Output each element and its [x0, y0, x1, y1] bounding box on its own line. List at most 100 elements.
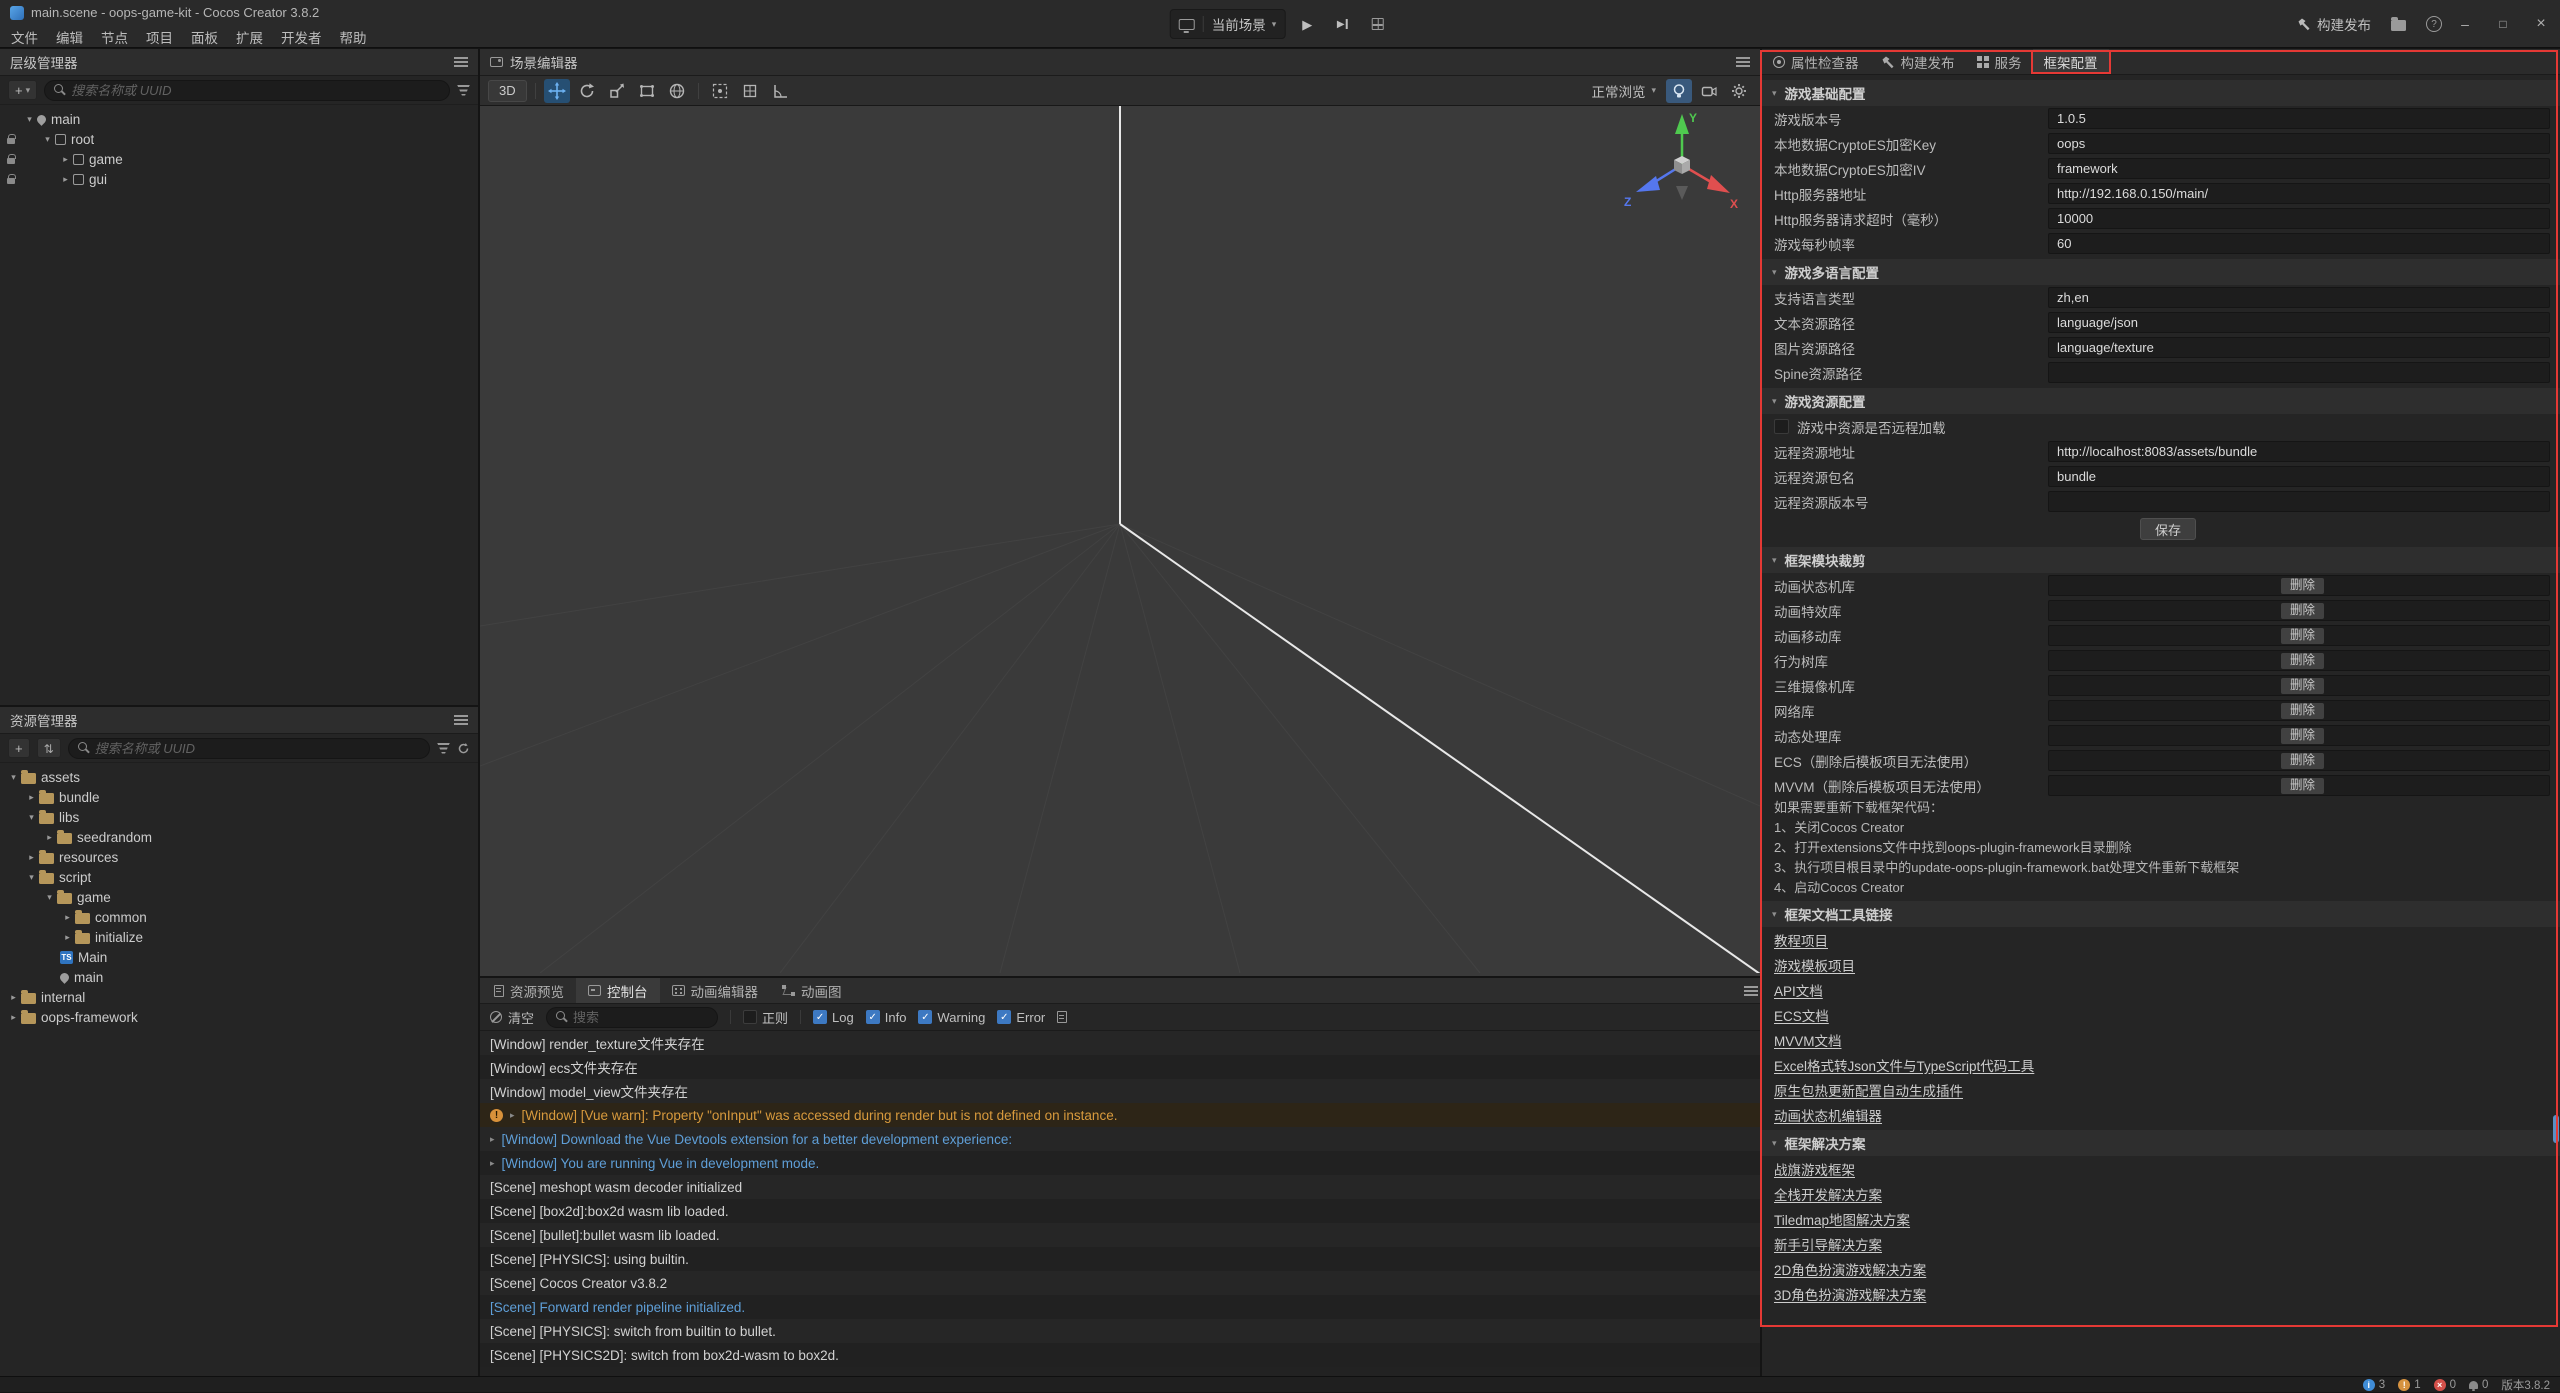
filter-info-checkbox[interactable]: Info	[866, 1010, 907, 1025]
scale-tool-button[interactable]	[604, 79, 630, 103]
menu-help[interactable]: 帮助	[331, 25, 376, 49]
doc-link[interactable]: 动画状态机编辑器	[1774, 1105, 1882, 1125]
clear-console-button[interactable]: 清空	[490, 1008, 534, 1027]
scrollbar-thumb[interactable]	[2553, 1115, 2559, 1143]
scene-camera-button[interactable]	[1696, 79, 1722, 103]
asset-node-assets[interactable]: assets	[0, 767, 478, 787]
panel-menu-icon[interactable]	[454, 715, 468, 725]
console-search-input[interactable]	[573, 1010, 708, 1025]
panel-menu-icon[interactable]	[1744, 986, 1758, 996]
section-header-resource[interactable]: 游戏资源配置	[1762, 388, 2560, 414]
solution-link[interactable]: 新手引导解决方案	[1774, 1234, 1882, 1254]
create-node-button[interactable]	[8, 80, 37, 100]
filter-icon[interactable]	[437, 743, 450, 754]
scene-selector-dropdown[interactable]: 当前场景	[1212, 14, 1277, 34]
status-warn-count[interactable]: 1	[2398, 1379, 2420, 1391]
asset-node-resources[interactable]: resources	[0, 847, 478, 867]
tree-node-main[interactable]: main	[0, 109, 478, 129]
fps-input[interactable]	[2048, 233, 2550, 254]
language-json-path-input[interactable]	[2048, 312, 2550, 333]
delete-button[interactable]: 删除	[2281, 753, 2324, 769]
solution-link[interactable]: Tiledmap地图解决方案	[1774, 1209, 1910, 1229]
http-server-input[interactable]	[2048, 183, 2550, 204]
doc-link[interactable]: MVVM文档	[1774, 1030, 1842, 1050]
view-mode-dropdown[interactable]: 正常浏览	[1591, 81, 1656, 101]
language-texture-path-input[interactable]	[2048, 337, 2550, 358]
minimize-button[interactable]	[2446, 0, 2484, 48]
expand-arrow-icon[interactable]	[6, 772, 21, 783]
delete-button[interactable]: 删除	[2281, 628, 2324, 644]
log-row[interactable]: [Scene] [PHYSICS]: switch from builtin t…	[480, 1319, 1760, 1343]
doc-link[interactable]: 原生包热更新配置自动生成插件	[1774, 1080, 1963, 1100]
tree-node-root[interactable]: root	[0, 129, 478, 149]
scene-light-toggle[interactable]	[1666, 79, 1692, 103]
regex-checkbox[interactable]: 正则	[743, 1008, 788, 1027]
build-publish-button[interactable]: 构建发布	[2297, 14, 2371, 34]
section-header-modules[interactable]: 框架模块裁剪	[1762, 547, 2560, 573]
expand-arrow-icon[interactable]	[58, 154, 73, 165]
expand-arrow-icon[interactable]	[510, 1110, 515, 1121]
game-version-input[interactable]	[2048, 108, 2550, 129]
language-types-input[interactable]	[2048, 287, 2550, 308]
preview-window-button[interactable]	[1364, 11, 1390, 37]
tab-asset-preview[interactable]: 资源预览	[482, 978, 576, 1003]
grid-snap-button[interactable]	[737, 79, 763, 103]
log-row-warning[interactable]: [Window] [Vue warn]: Property "onInput" …	[480, 1103, 1760, 1127]
asset-node-main-ts[interactable]: Main	[0, 947, 478, 967]
remote-load-checkbox[interactable]	[1774, 419, 1789, 434]
solution-link[interactable]: 3D角色扮演游戏解决方案	[1774, 1284, 1926, 1304]
expand-arrow-icon[interactable]	[60, 932, 75, 943]
scene-settings-button[interactable]	[1726, 79, 1752, 103]
open-project-folder-icon[interactable]	[2391, 20, 2406, 31]
expand-arrow-icon[interactable]	[490, 1158, 495, 1169]
log-row[interactable]: [Scene] [bullet]:bullet wasm lib loaded.	[480, 1223, 1760, 1247]
filter-warning-checkbox[interactable]: Warning	[918, 1010, 985, 1025]
asset-node-main-scene[interactable]: main	[0, 967, 478, 987]
assets-search-input[interactable]	[95, 741, 420, 756]
asset-node-common[interactable]: common	[0, 907, 478, 927]
asset-node-initialize[interactable]: initialize	[0, 927, 478, 947]
close-button[interactable]	[2522, 0, 2560, 48]
lock-icon[interactable]	[7, 138, 15, 144]
remote-bundle-input[interactable]	[2048, 466, 2550, 487]
delete-button[interactable]: 删除	[2281, 578, 2324, 594]
create-asset-button[interactable]	[8, 738, 30, 758]
rotate-tool-button[interactable]	[574, 79, 600, 103]
tab-services[interactable]: 服务	[1966, 49, 2033, 74]
remote-server-input[interactable]	[2048, 441, 2550, 462]
section-header-base[interactable]: 游戏基础配置	[1762, 80, 2560, 106]
save-button[interactable]: 保存	[2140, 518, 2196, 540]
expand-arrow-icon[interactable]	[42, 892, 57, 903]
step-button[interactable]	[1329, 11, 1355, 37]
log-row[interactable]: [Scene] Cocos Creator v3.8.2	[480, 1271, 1760, 1295]
section-header-language[interactable]: 游戏多语言配置	[1762, 259, 2560, 285]
expand-arrow-icon[interactable]	[22, 114, 37, 125]
menu-edit[interactable]: 编辑	[47, 25, 92, 49]
status-log-count[interactable]: 3	[2363, 1379, 2385, 1391]
panel-menu-icon[interactable]	[1736, 57, 1750, 67]
spine-path-input[interactable]	[2048, 362, 2550, 383]
tree-node-gui[interactable]: gui	[0, 169, 478, 189]
crypto-iv-input[interactable]	[2048, 158, 2550, 179]
doc-link[interactable]: Excel格式转Json文件与TypeScript代码工具	[1774, 1055, 2034, 1075]
expand-arrow-icon[interactable]	[24, 792, 39, 803]
tab-framework-config[interactable]: 框架配置	[2033, 49, 2109, 74]
scene-viewport[interactable]: Y X Z	[480, 106, 1760, 976]
section-header-solutions[interactable]: 框架解决方案	[1762, 1130, 2560, 1156]
pivot-toggle-button[interactable]	[707, 79, 733, 103]
refresh-icon[interactable]	[457, 742, 470, 755]
log-row[interactable]: [Scene] meshopt wasm decoder initialized	[480, 1175, 1760, 1199]
doc-link[interactable]: 教程项目	[1774, 930, 1828, 950]
log-row[interactable]: [Scene] [PHYSICS]: using builtin.	[480, 1247, 1760, 1271]
log-row[interactable]: [Window] render_texture文件夹存在	[480, 1031, 1760, 1055]
menu-node[interactable]: 节点	[92, 25, 137, 49]
log-row-info[interactable]: [Window] You are running Vue in developm…	[480, 1151, 1760, 1175]
export-log-icon[interactable]	[1057, 1011, 1067, 1023]
lock-icon[interactable]	[7, 178, 15, 184]
angle-snap-button[interactable]	[767, 79, 793, 103]
delete-button[interactable]: 删除	[2281, 678, 2324, 694]
transform-space-button[interactable]	[664, 79, 690, 103]
filter-icon[interactable]	[457, 85, 470, 96]
menu-file[interactable]: 文件	[2, 25, 47, 49]
doc-link[interactable]: 游戏模板项目	[1774, 955, 1855, 975]
